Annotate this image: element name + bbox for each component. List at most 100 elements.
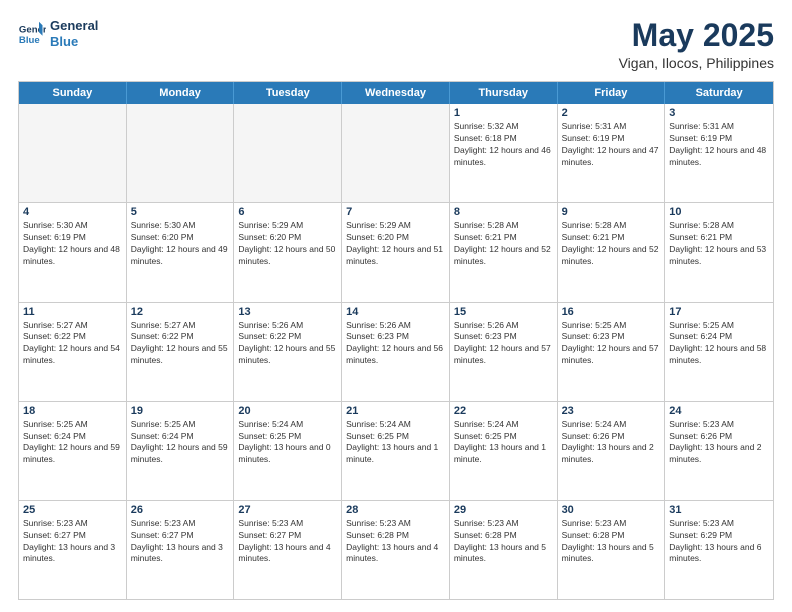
main-title: May 2025 — [619, 18, 774, 53]
day-info: Sunrise: 5:26 AMSunset: 6:22 PMDaylight:… — [238, 320, 337, 368]
logo-general: General — [50, 18, 98, 34]
calendar-header-cell: Thursday — [450, 82, 558, 104]
day-number: 15 — [454, 306, 553, 318]
day-number: 11 — [23, 306, 122, 318]
day-number: 31 — [669, 504, 769, 516]
day-number: 19 — [131, 405, 230, 417]
day-number: 30 — [562, 504, 661, 516]
calendar-cell: 6 Sunrise: 5:29 AMSunset: 6:20 PMDaylight… — [234, 203, 342, 301]
calendar-cell — [234, 104, 342, 202]
day-info: Sunrise: 5:31 AMSunset: 6:19 PMDaylight:… — [669, 121, 769, 169]
calendar-week: 4 Sunrise: 5:30 AMSunset: 6:19 PMDaylight… — [19, 203, 773, 302]
title-block: May 2025 Vigan, Ilocos, Philippines — [619, 18, 774, 71]
svg-text:Blue: Blue — [19, 34, 40, 45]
day-info: Sunrise: 5:29 AMSunset: 6:20 PMDaylight:… — [346, 220, 445, 268]
calendar-cell: 25Sunrise: 5:23 AMSunset: 6:27 PMDayligh… — [19, 501, 127, 599]
day-info: Sunrise: 5:24 AMSunset: 6:25 PMDaylight:… — [454, 419, 553, 467]
logo: General Blue General Blue — [18, 18, 98, 49]
calendar-header-cell: Tuesday — [234, 82, 342, 104]
calendar-cell: 9 Sunrise: 5:28 AMSunset: 6:21 PMDaylight… — [558, 203, 666, 301]
day-info: Sunrise: 5:32 AMSunset: 6:18 PMDaylight:… — [454, 121, 553, 169]
day-number: 7 — [346, 206, 445, 218]
calendar-week: 18Sunrise: 5:25 AMSunset: 6:24 PMDayligh… — [19, 402, 773, 501]
day-info: Sunrise: 5:24 AMSunset: 6:25 PMDaylight:… — [346, 419, 445, 467]
calendar-cell: 21 Sunrise: 5:24 AMSunset: 6:25 PMDayligh… — [342, 402, 450, 500]
calendar-cell: 4 Sunrise: 5:30 AMSunset: 6:19 PMDaylight… — [19, 203, 127, 301]
calendar-cell: 10Sunrise: 5:28 AMSunset: 6:21 PMDayligh… — [665, 203, 773, 301]
calendar-week: 1 Sunrise: 5:32 AMSunset: 6:18 PMDaylight… — [19, 104, 773, 203]
day-number: 13 — [238, 306, 337, 318]
day-info: Sunrise: 5:28 AMSunset: 6:21 PMDaylight:… — [454, 220, 553, 268]
calendar-cell: 14Sunrise: 5:26 AMSunset: 6:23 PMDayligh… — [342, 303, 450, 401]
calendar-header-cell: Friday — [558, 82, 666, 104]
calendar-cell: 3 Sunrise: 5:31 AMSunset: 6:19 PMDaylight… — [665, 104, 773, 202]
calendar-cell — [19, 104, 127, 202]
day-number: 10 — [669, 206, 769, 218]
day-info: Sunrise: 5:23 AMSunset: 6:29 PMDaylight:… — [669, 518, 769, 566]
calendar-cell: 15Sunrise: 5:26 AMSunset: 6:23 PMDayligh… — [450, 303, 558, 401]
day-info: Sunrise: 5:23 AMSunset: 6:27 PMDaylight:… — [238, 518, 337, 566]
day-number: 24 — [669, 405, 769, 417]
day-info: Sunrise: 5:24 AMSunset: 6:25 PMDaylight:… — [238, 419, 337, 467]
day-info: Sunrise: 5:30 AMSunset: 6:19 PMDaylight:… — [23, 220, 122, 268]
day-number: 1 — [454, 107, 553, 119]
calendar-cell: 31 Sunrise: 5:23 AMSunset: 6:29 PMDayligh… — [665, 501, 773, 599]
day-number: 27 — [238, 504, 337, 516]
calendar-header-cell: Sunday — [19, 82, 127, 104]
calendar-cell: 28 Sunrise: 5:23 AMSunset: 6:28 PMDayligh… — [342, 501, 450, 599]
calendar-cell: 8 Sunrise: 5:28 AMSunset: 6:21 PMDaylight… — [450, 203, 558, 301]
calendar-cell: 26 Sunrise: 5:23 AMSunset: 6:27 PMDayligh… — [127, 501, 235, 599]
calendar-cell: 11Sunrise: 5:27 AMSunset: 6:22 PMDayligh… — [19, 303, 127, 401]
day-number: 26 — [131, 504, 230, 516]
calendar-header-cell: Saturday — [665, 82, 773, 104]
logo-icon: General Blue — [18, 20, 46, 48]
day-number: 21 — [346, 405, 445, 417]
calendar-cell: 18Sunrise: 5:25 AMSunset: 6:24 PMDayligh… — [19, 402, 127, 500]
day-info: Sunrise: 5:23 AMSunset: 6:27 PMDaylight:… — [23, 518, 122, 566]
day-info: Sunrise: 5:25 AMSunset: 6:24 PMDaylight:… — [669, 320, 769, 368]
calendar-header-cell: Wednesday — [342, 82, 450, 104]
day-number: 29 — [454, 504, 553, 516]
calendar-cell — [342, 104, 450, 202]
calendar-cell: 13 Sunrise: 5:26 AMSunset: 6:22 PMDayligh… — [234, 303, 342, 401]
day-number: 4 — [23, 206, 122, 218]
day-info: Sunrise: 5:30 AMSunset: 6:20 PMDaylight:… — [131, 220, 230, 268]
day-number: 12 — [131, 306, 230, 318]
day-number: 23 — [562, 405, 661, 417]
day-number: 8 — [454, 206, 553, 218]
calendar-cell: 30Sunrise: 5:23 AMSunset: 6:28 PMDayligh… — [558, 501, 666, 599]
calendar-cell: 7 Sunrise: 5:29 AMSunset: 6:20 PMDaylight… — [342, 203, 450, 301]
calendar-cell: 17 Sunrise: 5:25 AMSunset: 6:24 PMDayligh… — [665, 303, 773, 401]
calendar-header-cell: Monday — [127, 82, 235, 104]
day-number: 28 — [346, 504, 445, 516]
day-info: Sunrise: 5:25 AMSunset: 6:23 PMDaylight:… — [562, 320, 661, 368]
day-number: 17 — [669, 306, 769, 318]
day-info: Sunrise: 5:29 AMSunset: 6:20 PMDaylight:… — [238, 220, 337, 268]
calendar-cell: 29 Sunrise: 5:23 AMSunset: 6:28 PMDayligh… — [450, 501, 558, 599]
day-number: 3 — [669, 107, 769, 119]
day-info: Sunrise: 5:28 AMSunset: 6:21 PMDaylight:… — [562, 220, 661, 268]
calendar-cell: 22Sunrise: 5:24 AMSunset: 6:25 PMDayligh… — [450, 402, 558, 500]
day-number: 20 — [238, 405, 337, 417]
calendar-cell: 16 Sunrise: 5:25 AMSunset: 6:23 PMDayligh… — [558, 303, 666, 401]
day-info: Sunrise: 5:23 AMSunset: 6:26 PMDaylight:… — [669, 419, 769, 467]
day-info: Sunrise: 5:23 AMSunset: 6:28 PMDaylight:… — [454, 518, 553, 566]
calendar-cell: 5 Sunrise: 5:30 AMSunset: 6:20 PMDaylight… — [127, 203, 235, 301]
day-info: Sunrise: 5:24 AMSunset: 6:26 PMDaylight:… — [562, 419, 661, 467]
calendar-cell: 27 Sunrise: 5:23 AMSunset: 6:27 PMDayligh… — [234, 501, 342, 599]
calendar-cell: 1 Sunrise: 5:32 AMSunset: 6:18 PMDaylight… — [450, 104, 558, 202]
calendar-week: 25Sunrise: 5:23 AMSunset: 6:27 PMDayligh… — [19, 501, 773, 599]
day-number: 5 — [131, 206, 230, 218]
calendar-cell: 19 Sunrise: 5:25 AMSunset: 6:24 PMDayligh… — [127, 402, 235, 500]
day-number: 6 — [238, 206, 337, 218]
day-number: 2 — [562, 107, 661, 119]
day-number: 16 — [562, 306, 661, 318]
calendar-cell: 23 Sunrise: 5:24 AMSunset: 6:26 PMDayligh… — [558, 402, 666, 500]
day-number: 9 — [562, 206, 661, 218]
day-info: Sunrise: 5:25 AMSunset: 6:24 PMDaylight:… — [131, 419, 230, 467]
day-info: Sunrise: 5:23 AMSunset: 6:28 PMDaylight:… — [346, 518, 445, 566]
calendar-cell: 12Sunrise: 5:27 AMSunset: 6:22 PMDayligh… — [127, 303, 235, 401]
header: General Blue General Blue May 2025 Vigan… — [18, 18, 774, 71]
day-info: Sunrise: 5:23 AMSunset: 6:27 PMDaylight:… — [131, 518, 230, 566]
calendar: SundayMondayTuesdayWednesdayThursdayFrid… — [18, 81, 774, 600]
